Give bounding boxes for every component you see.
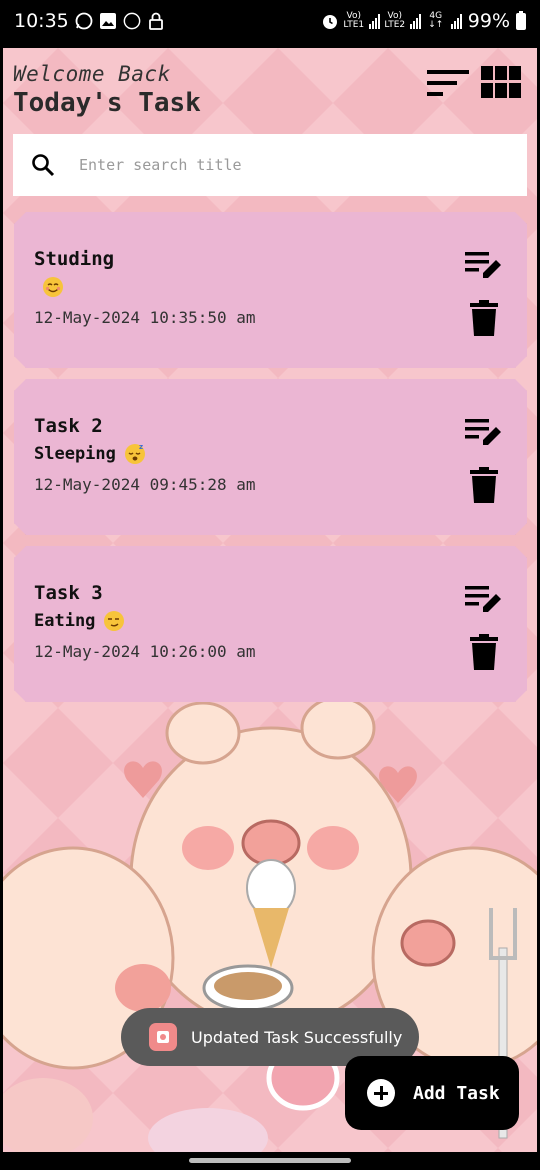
volte1-icon: Vo) LTE1 (343, 11, 365, 30)
signal2-icon (409, 13, 421, 29)
grid-view-icon[interactable] (481, 66, 521, 98)
edit-icon[interactable] (465, 250, 503, 280)
svg-text:z: z (139, 443, 143, 451)
home-gesture-handle[interactable] (189, 1158, 351, 1163)
navigation-bar (0, 1152, 540, 1170)
edit-icon[interactable] (465, 417, 503, 447)
add-task-button[interactable]: Add Task (345, 1056, 519, 1130)
toast-text: Updated Task Successfully (191, 1027, 403, 1047)
gallery-icon (99, 12, 117, 30)
edit-icon[interactable] (465, 584, 503, 614)
app-screen: Welcome Back Today's Task Studing (3, 48, 537, 1152)
smiling-face-icon (42, 276, 64, 298)
whatsapp-icon (75, 12, 93, 30)
task-card[interactable]: Studing 12-May-2024 10:35:50 am (14, 212, 527, 368)
sleeping-face-icon: z (124, 443, 146, 465)
signal1-icon (368, 13, 380, 29)
add-circle-icon (367, 1079, 395, 1107)
delete-icon[interactable] (470, 467, 498, 503)
battery-icon (516, 10, 526, 30)
task-description: Eating (34, 610, 125, 632)
search-bar (13, 134, 527, 196)
add-task-label: Add Task (413, 1082, 500, 1104)
alarm-icon (321, 12, 339, 30)
task-title: Studing (34, 248, 115, 270)
status-bar: 10:35 Vo) LTE1 Vo) LTE2 4G ↓↑ 99% (0, 0, 540, 42)
task-date: 12-May-2024 10:35:50 am (34, 308, 256, 327)
notification-badge-icon (123, 12, 141, 30)
search-input[interactable] (79, 156, 479, 174)
task-description (34, 276, 64, 298)
task-date: 12-May-2024 10:26:00 am (34, 642, 256, 661)
signal3-icon (450, 13, 462, 29)
volte2-icon: Vo) LTE2 (384, 11, 406, 30)
lock-icon (147, 12, 165, 30)
page-title: Today's Task (13, 88, 201, 118)
task-title: Task 2 (34, 415, 103, 437)
battery-percent: 99% (467, 10, 510, 32)
delete-icon[interactable] (470, 300, 498, 336)
smirking-face-icon (103, 610, 125, 632)
network-4g-icon: 4G ↓↑ (428, 11, 444, 30)
delete-icon[interactable] (470, 634, 498, 670)
task-card[interactable]: Task 3 Eating 12-May-2024 10:26:00 am (14, 546, 527, 702)
sort-icon[interactable] (427, 68, 469, 98)
app-icon (149, 1023, 177, 1051)
header: Welcome Back Today's Task (13, 62, 201, 118)
task-date: 12-May-2024 09:45:28 am (34, 475, 256, 494)
status-time: 10:35 (14, 10, 69, 32)
welcome-text: Welcome Back (13, 62, 171, 86)
task-description: Sleeping z (34, 443, 146, 465)
search-icon (32, 154, 55, 177)
task-title: Task 3 (34, 582, 103, 604)
task-card[interactable]: Task 2 Sleeping z 12-May-2024 09:45:28 a… (14, 379, 527, 535)
